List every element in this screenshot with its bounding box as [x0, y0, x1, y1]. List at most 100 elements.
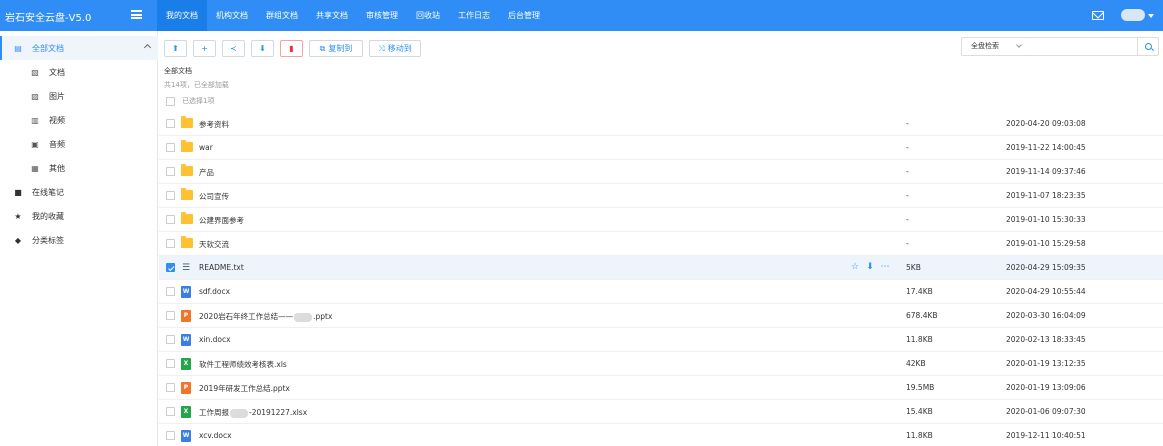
file-name[interactable]: 软件工程师绩效考核表.xls [199, 359, 287, 370]
sidebar-item-all-docs[interactable]: ▤ 全部文档 [0, 36, 158, 60]
row-checkbox[interactable] [166, 263, 175, 272]
table-row[interactable]: 公建界面参考 - 2019-01-10 15:30:33 [159, 208, 1163, 232]
nav-shared-docs[interactable]: 共享文档 [307, 0, 357, 31]
nav-my-docs[interactable]: 我的文档 [157, 0, 207, 31]
file-date: 2020-01-06 09:07:30 [1006, 407, 1086, 416]
file-size: - [906, 167, 909, 176]
row-checkbox[interactable] [166, 215, 175, 224]
nav-review[interactable]: 审核管理 [357, 0, 407, 31]
file-name[interactable]: sdf.docx [199, 287, 230, 296]
file-size: - [906, 191, 909, 200]
row-checkbox[interactable] [166, 167, 175, 176]
row-checkbox[interactable] [166, 239, 175, 248]
select-all[interactable]: 已选择1项 [166, 96, 214, 106]
document-icon: ▧ [31, 67, 39, 77]
table-row[interactable]: X 软件工程师绩效考核表.xls 42KB 2020-01-19 13:12:35 [159, 352, 1163, 376]
copy-to-button[interactable]: ⧉ 复制到 [309, 40, 363, 57]
table-row[interactable]: X 工作周报 -20191227.xlsx 15.4KB 2020-01-06 09:0… [159, 400, 1163, 424]
table-row[interactable]: 参考资料 - 2020-04-20 09:03:08 [159, 112, 1163, 136]
table-row[interactable]: Wxcv.docx 11.8KB 2019-12-11 10:40:51 [159, 424, 1163, 446]
sidebar-item-audio[interactable]: ▣ 音频 [0, 132, 158, 156]
nav-work-log[interactable]: 工作日志 [449, 0, 499, 31]
word-file-icon: W [181, 334, 191, 346]
search-input[interactable] [1028, 37, 1138, 56]
row-checkbox[interactable] [166, 311, 175, 320]
chevron-up-icon[interactable] [143, 43, 152, 52]
new-folder-button[interactable]: + [193, 40, 216, 57]
chevron-down-icon[interactable] [1148, 14, 1154, 18]
sidebar-item-images[interactable]: ▨ 图片 [0, 84, 158, 108]
nav-group-docs[interactable]: 群组文档 [257, 0, 307, 31]
row-checkbox[interactable] [166, 383, 175, 392]
sidebar-item-label: 图片 [49, 91, 65, 101]
row-checkbox[interactable] [166, 335, 175, 344]
file-name[interactable]: 产品 [199, 167, 214, 178]
file-name[interactable]: 公建界面参考 [199, 215, 244, 226]
file-name[interactable]: xcv.docx [199, 431, 232, 440]
row-checkbox[interactable] [166, 359, 175, 368]
row-checkbox[interactable] [166, 407, 175, 416]
mail-icon[interactable] [1092, 11, 1104, 20]
file-date: 2019-11-14 09:37:46 [1006, 167, 1086, 176]
select-all-checkbox[interactable] [166, 96, 175, 106]
folder-stack-icon: ▤ [14, 43, 22, 53]
user-avatar[interactable] [1121, 9, 1145, 21]
nav-recycle-bin[interactable]: 回收站 [407, 0, 449, 31]
sidebar-item-other[interactable]: ▦ 其他 [0, 156, 158, 180]
nav-org-docs[interactable]: 机构文档 [207, 0, 257, 31]
file-date: 2020-03-30 16:04:09 [1006, 311, 1086, 320]
file-size: 11.8KB [906, 335, 933, 344]
upload-button[interactable]: ⬆ [164, 40, 187, 57]
file-name[interactable]: 2020岩石年终工作总结—— .pptx [199, 311, 332, 322]
search-icon[interactable] [1137, 37, 1159, 56]
search-scope-select[interactable]: 全盘检索 [961, 37, 1029, 56]
file-name[interactable]: 工作周报 -20191227.xlsx [199, 407, 307, 418]
row-checkbox[interactable] [166, 431, 175, 440]
share-button[interactable]: ≺ [222, 40, 245, 57]
file-name[interactable]: war [199, 143, 213, 152]
chevron-down-icon [1016, 42, 1022, 48]
file-name[interactable]: xin.docx [199, 335, 231, 344]
file-date: 2019-11-22 14:00:45 [1006, 143, 1086, 152]
row-checkbox[interactable] [166, 119, 175, 128]
sidebar-item-documents[interactable]: ▧ 文档 [0, 60, 158, 84]
app-title: 岩石安全云盘-V5.0 [5, 13, 92, 24]
table-row[interactable]: 产品 - 2019-11-14 09:37:46 [159, 160, 1163, 184]
delete-button[interactable]: ▮ [280, 40, 303, 57]
xls-file-icon: X [181, 406, 191, 418]
audio-file-icon: ▣ [31, 139, 39, 149]
tags-icon: ◆ [14, 235, 22, 245]
sidebar-item-favorites[interactable]: ★ 我的收藏 [0, 204, 158, 228]
download-icon[interactable]: ⬇ [865, 262, 875, 272]
breadcrumb[interactable]: 全部文档 [164, 66, 192, 76]
row-checkbox[interactable] [166, 143, 175, 152]
table-row[interactable]: 天软交流 - 2019-01-10 15:29:58 [159, 232, 1163, 256]
menu-toggle-icon[interactable] [131, 10, 142, 19]
more-icon[interactable]: ⋯ [880, 262, 890, 272]
table-row[interactable]: P 2019年研发工作总结.pptx 19.5MB 2020-01-19 13:09:… [159, 376, 1163, 400]
list-summary: 共14项，已全部加载 [164, 81, 229, 89]
file-name[interactable]: 天软交流 [199, 239, 229, 250]
row-checkbox[interactable] [166, 191, 175, 200]
table-row[interactable]: Wxin.docx 11.8KB 2020-02-13 18:33:45 [159, 328, 1163, 352]
nav-admin[interactable]: 后台管理 [499, 0, 549, 31]
table-row[interactable]: 公司宣传 - 2019-11-07 18:23:35 [159, 184, 1163, 208]
file-name[interactable]: 2019年研发工作总结.pptx [199, 383, 290, 394]
star-icon[interactable]: ☆ [850, 262, 860, 272]
table-row[interactable]: Wsdf.docx 17.4KB 2020-04-29 10:55:44 [159, 280, 1163, 304]
sidebar-item-notes[interactable]: ■ 在线笔记 [0, 180, 158, 204]
file-name[interactable]: README.txt [199, 263, 244, 272]
file-name[interactable]: 公司宣传 [199, 191, 229, 202]
sidebar-item-videos[interactable]: ▥ 视频 [0, 108, 158, 132]
file-name[interactable]: 参考资料 [199, 119, 229, 130]
download-button[interactable]: ⬇ [251, 40, 274, 57]
xls-file-icon: X [181, 358, 191, 370]
sidebar-item-label: 视频 [49, 115, 65, 125]
table-row[interactable]: P 2020岩石年终工作总结—— .pptx 678.4KB 2020-03-30 16… [159, 304, 1163, 328]
ppt-file-icon: P [181, 382, 191, 394]
table-row[interactable]: war - 2019-11-22 14:00:45 [159, 136, 1163, 160]
row-checkbox[interactable] [166, 287, 175, 296]
sidebar-item-tags[interactable]: ◆ 分类标签 [0, 228, 158, 252]
table-row[interactable]: ☰ README.txt ☆ ⬇ ⋯ 5KB 2020-04-29 15:09:35 [159, 256, 1163, 280]
move-to-button[interactable]: ⤨ 移动到 [369, 40, 421, 57]
